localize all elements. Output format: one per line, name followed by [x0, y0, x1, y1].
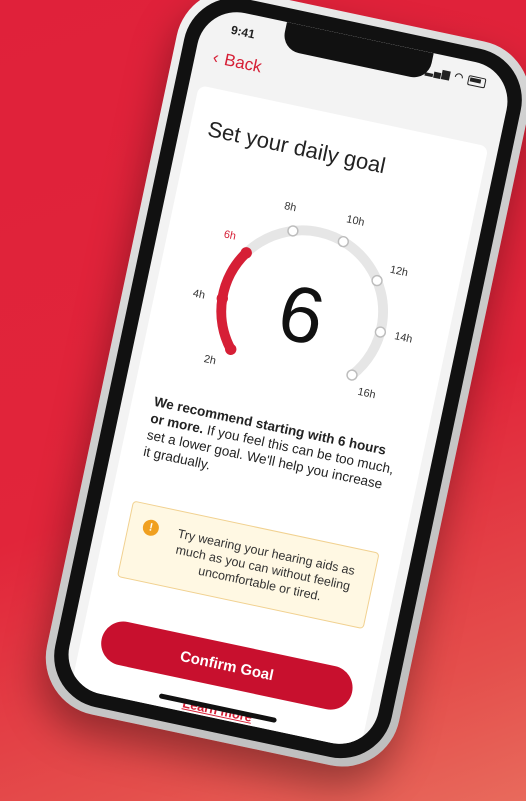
- back-label: Back: [222, 50, 264, 77]
- dial-svg[interactable]: 2h 4h 6h 8h 10h 12h 14h 16h 6: [137, 154, 474, 441]
- dial-label-10h: 10h: [345, 213, 365, 228]
- dial-label-16h: 16h: [357, 386, 377, 401]
- phone-frame: 9:41 ▂▄▆ ◠ ‹ Back Set your daily goal 2h 4…: [35, 0, 526, 778]
- wifi-icon: ◠: [453, 71, 466, 84]
- dial-label-2h: 2h: [203, 353, 217, 367]
- app-screen: 9:41 ▂▄▆ ◠ ‹ Back Set your daily goal 2h 4…: [61, 4, 515, 752]
- phone-bezel: 9:41 ▂▄▆ ◠ ‹ Back Set your daily goal 2h 4…: [44, 0, 526, 768]
- dial-label-12h: 12h: [389, 264, 409, 279]
- dial-label-8h: 8h: [283, 200, 297, 214]
- dial-label-4h: 4h: [192, 287, 206, 301]
- status-time: 9:41: [229, 22, 257, 42]
- goal-card: Set your daily goal 2h 4h 6h 8h 10h 12h 14h 16h…: [70, 85, 489, 750]
- tip-box: ! Try wearing your hearing aids as much …: [116, 500, 380, 630]
- dial-label-6h: 6h: [223, 228, 237, 242]
- chevron-left-icon: ‹: [211, 47, 221, 68]
- info-icon: !: [141, 518, 161, 538]
- goal-dial[interactable]: 2h 4h 6h 8h 10h 12h 14h 16h 6: [137, 154, 474, 441]
- dial-label-14h: 14h: [393, 330, 413, 345]
- status-icons: ▂▄▆ ◠: [425, 65, 487, 89]
- battery-icon: [466, 74, 487, 89]
- goal-value: 6: [271, 267, 332, 362]
- tip-text: Try wearing your hearing aids as much as…: [174, 526, 357, 604]
